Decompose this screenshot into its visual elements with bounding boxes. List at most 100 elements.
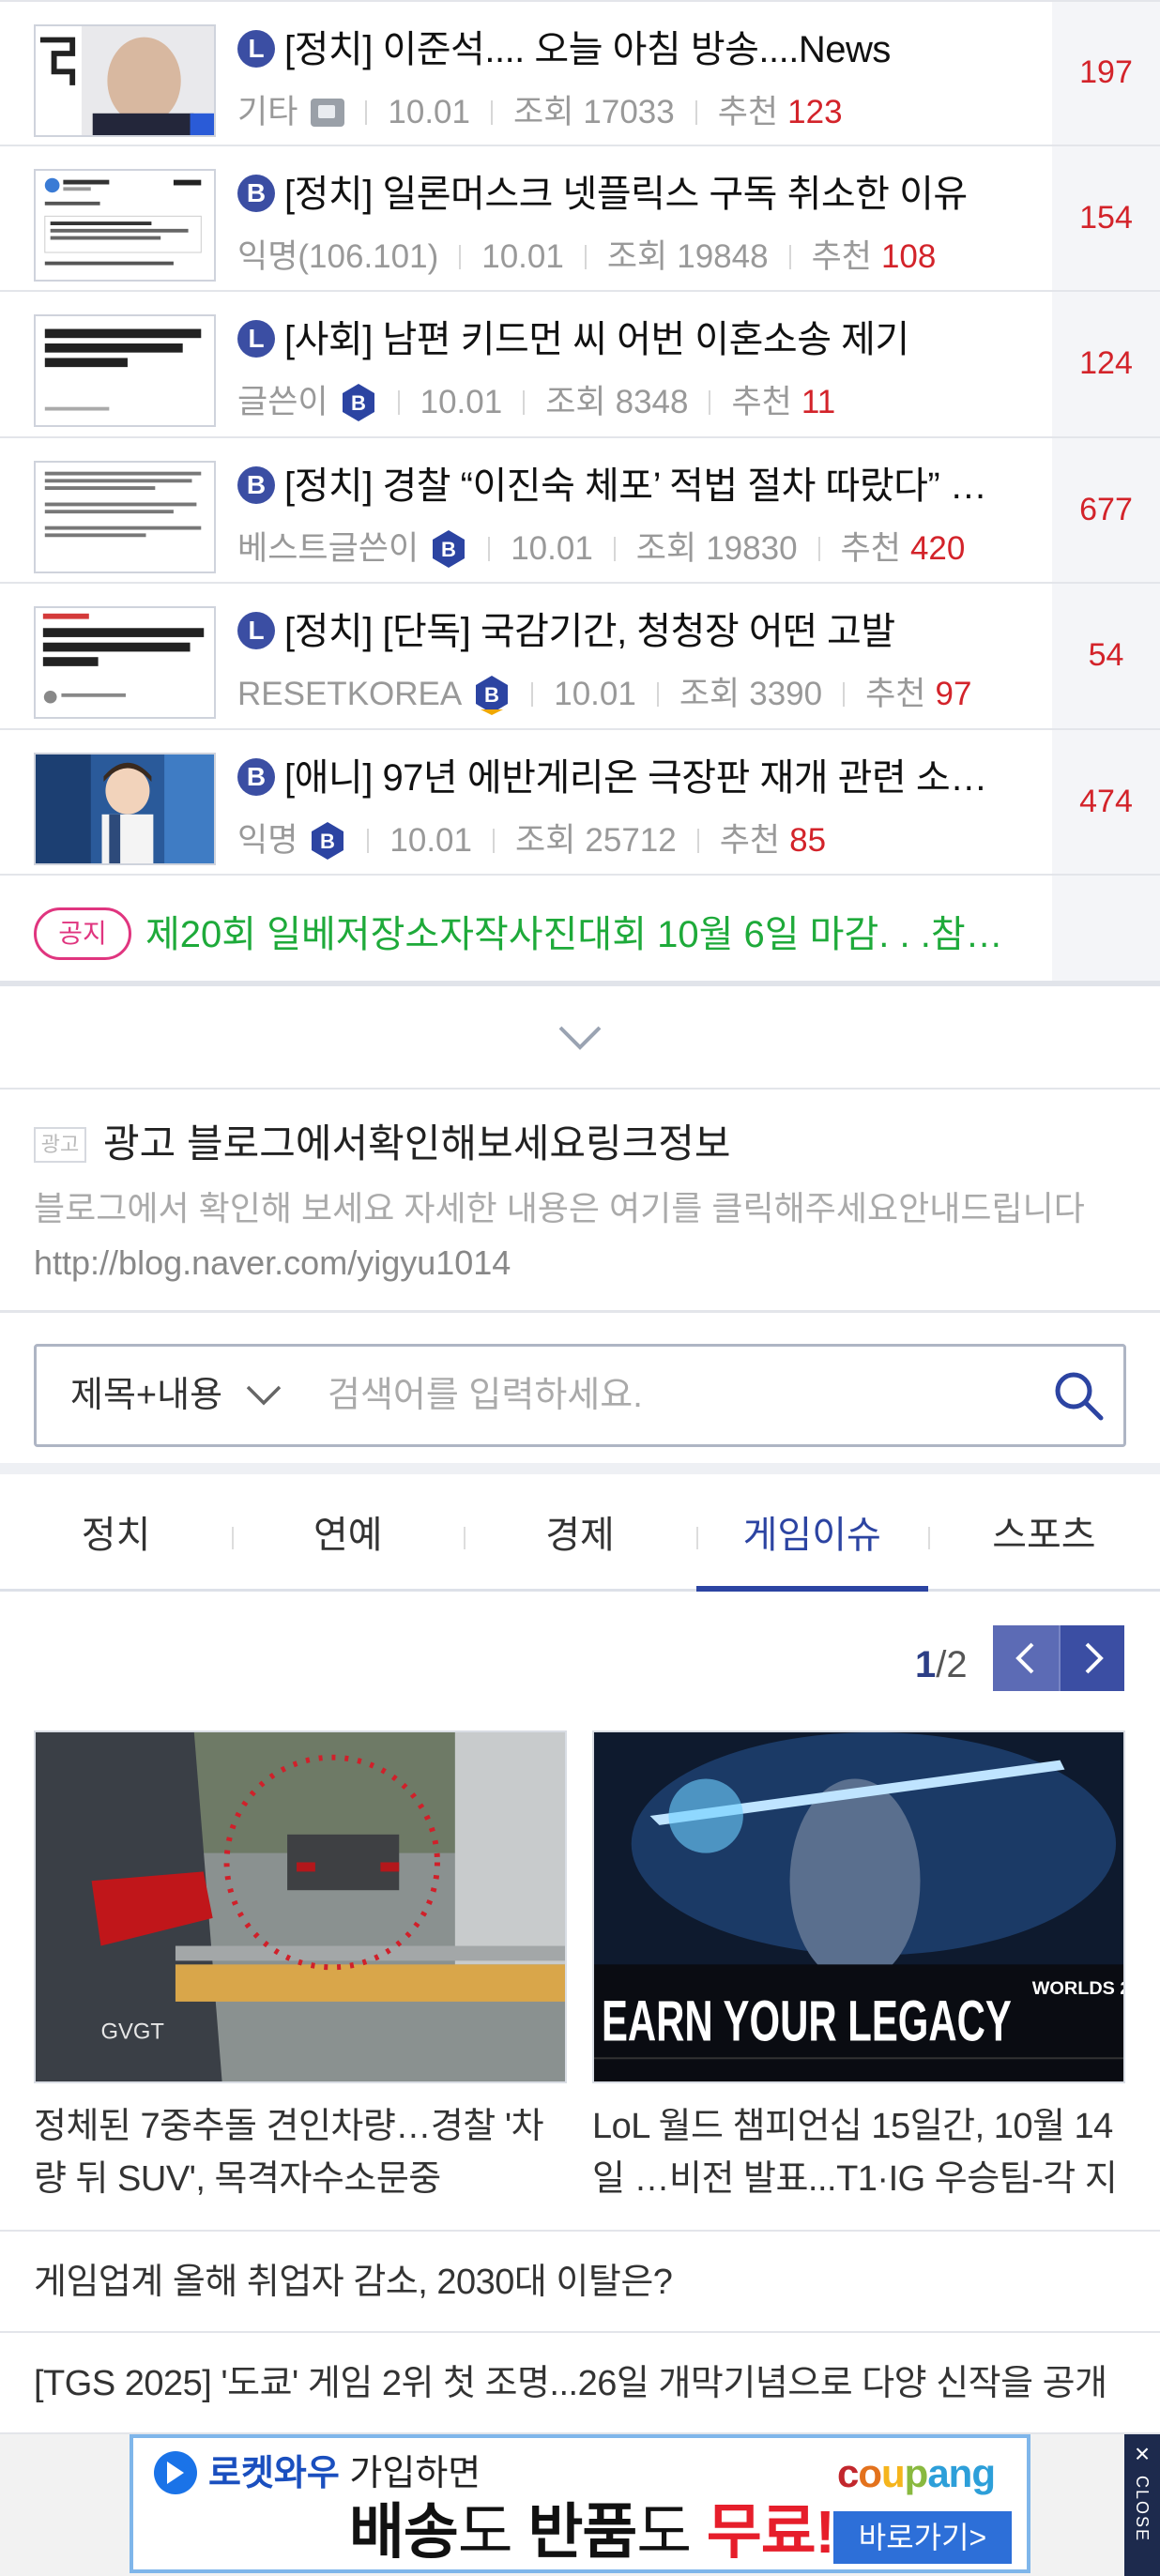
- svg-text:GVGT: GVGT: [101, 2020, 164, 2045]
- comment-count[interactable]: 197: [1052, 2, 1160, 145]
- headline-text[interactable]: [TGS 2025] '도쿄' 게임 2위 첫 조명...26일 개막기념으로 …: [34, 2357, 1122, 2410]
- comment-count[interactable]: 677: [1052, 437, 1160, 582]
- post-title[interactable]: [정치] 이준석.... 오늘 아침 방송....News: [284, 26, 1016, 73]
- chevron-down-icon[interactable]: [245, 1384, 282, 1407]
- grade-badge: B: [237, 465, 275, 504]
- notice-badge: 공지: [34, 907, 131, 960]
- search-type-select[interactable]: 제목+내용: [70, 1347, 222, 1444]
- text-ad[interactable]: 광고 광고 블로그에서확인해보세요링크정보 블로그에서 확인해 보세요 자세한 …: [0, 1090, 1160, 1313]
- image-attachment-icon: [311, 99, 345, 127]
- post-thumbnail[interactable]: [34, 460, 216, 573]
- headline-item[interactable]: [TGS 2025] '도쿄' 게임 2위 첫 조명...26일 개막기념으로 …: [0, 2333, 1160, 2434]
- best-user-icon: B: [340, 382, 377, 423]
- post-meta: 기타 10.01 조회 17033 추천 123: [237, 91, 843, 134]
- post-row[interactable]: L [정치] [단독] 국감기간, 청청장 어떤 고발 RESETKOREA B…: [0, 584, 1160, 730]
- post-date: 10.01: [554, 676, 636, 712]
- post-author[interactable]: 글쓴이: [237, 381, 328, 424]
- views-count: 19830: [706, 529, 798, 567]
- notice-link[interactable]: 제20회 일베저장소자작사진대회 10월 6일 마감. . .참여방법·안내: [145, 909, 1028, 960]
- best-user-icon: B: [309, 820, 346, 861]
- post-thumbnail[interactable]: [34, 314, 216, 427]
- news-title[interactable]: 정체된 7중추돌 견인차량…경찰 '차량 뒤 SUV', 목격자수소문중: [34, 2100, 567, 2205]
- best-user-icon: B: [473, 674, 511, 715]
- post-row[interactable]: B [정치] 경찰 “이진숙 체포’ 적법 절차 따랐다” 반박 베스트글쓴이 …: [0, 437, 1160, 584]
- search-icon[interactable]: [1052, 1369, 1105, 1422]
- coupang-banner[interactable]: 로켓와우 가입하면 배송도 반품도 무료! coupang 바로가기>: [130, 2434, 1030, 2573]
- search-box: 제목+내용: [34, 1344, 1126, 1447]
- tab-politics[interactable]: 정치: [0, 1474, 232, 1589]
- bottom-banner-zone: 로켓와우 가입하면 배송도 반품도 무료! coupang 바로가기> × CL…: [0, 2434, 1160, 2576]
- post-author[interactable]: 익명: [237, 819, 298, 862]
- views-count: 17033: [583, 94, 675, 130]
- post-thumbnail[interactable]: [34, 24, 216, 137]
- post-author[interactable]: 기타: [237, 91, 298, 134]
- ad-url[interactable]: http://blog.naver.com/yigyu1014: [34, 1240, 511, 1287]
- notice-row[interactable]: 공지 제20회 일베저장소자작사진대회 10월 6일 마감. . .참여방법·안…: [0, 876, 1160, 986]
- prev-page-button[interactable]: [993, 1625, 1059, 1691]
- headline-text[interactable]: 게임업계 올해 취업자 감소, 2030대 이탈은?: [34, 2256, 1122, 2309]
- news-card[interactable]: GVGT 정체된 7중추돌 견인차량…경찰 '차량 뒤 SUV', 목격자수소문…: [34, 1730, 567, 2205]
- news-card[interactable]: EARN YOUR LEGACY WORLDS 25 LoL 월드 챔피언십 1…: [592, 1730, 1125, 2205]
- banner-brand: 로켓와우: [208, 2454, 340, 2493]
- news-image[interactable]: GVGT: [34, 1730, 567, 2083]
- post-date: 10.01: [388, 94, 470, 130]
- views-count: 8348: [615, 384, 689, 420]
- banner-cta-button[interactable]: 바로가기>: [833, 2511, 1012, 2564]
- post-title[interactable]: [정치] 일론머스크 넷플릭스 구독 취소한 이유: [284, 171, 1016, 218]
- post-title[interactable]: [정치] [단독] 국감기간, 청청장 어떤 고발: [284, 608, 1016, 655]
- close-banner-button[interactable]: × CLOSE: [1124, 2434, 1160, 2576]
- divider: [531, 682, 534, 707]
- post-row[interactable]: L [정치] 이준석.... 오늘 아침 방송....News 기타 10.01…: [0, 0, 1160, 146]
- tab-entertainment[interactable]: 연예: [232, 1474, 464, 1589]
- rec-label: 추천: [731, 384, 792, 420]
- views-label: 조회: [515, 821, 576, 859]
- post-meta: 익명(106.101) 10.01 조회 19848 추천 108: [237, 236, 936, 279]
- headline-item[interactable]: 게임업계 올해 취업자 감소, 2030대 이탈은?: [0, 2232, 1160, 2333]
- news-image[interactable]: EARN YOUR LEGACY WORLDS 25: [592, 1730, 1125, 2083]
- category-tabs: 정치 연예 경제 게임이슈 스포츠: [0, 1474, 1160, 1592]
- comment-count[interactable]: 54: [1052, 584, 1160, 728]
- comment-count[interactable]: 154: [1052, 145, 1160, 290]
- comment-count[interactable]: 124: [1052, 292, 1160, 436]
- post-row[interactable]: B [정치] 일론머스크 넷플릭스 구독 취소한 이유 익명(106.101) …: [0, 145, 1160, 292]
- page-total: /2: [936, 1644, 968, 1685]
- post-title[interactable]: [사회] 남편 키드먼 씨 어번 이혼소송 제기: [284, 316, 1016, 363]
- post-title[interactable]: [애니] 97년 에반게리온 극장판 재개 관련 소식 정리해 봤습니다: [284, 755, 1016, 801]
- banner-word: 배송: [349, 2498, 459, 2566]
- svg-text:B: B: [351, 391, 366, 415]
- tab-sports[interactable]: 스포츠: [927, 1474, 1160, 1589]
- tab-economy[interactable]: 경제: [464, 1474, 695, 1589]
- svg-text:B: B: [484, 683, 499, 707]
- svg-text:B: B: [441, 538, 456, 561]
- next-page-button[interactable]: [1059, 1625, 1124, 1691]
- ad-title[interactable]: 광고 블로그에서확인해보세요링크정보: [103, 1118, 731, 1170]
- search-input[interactable]: [328, 1367, 1041, 1424]
- divider: [709, 390, 711, 415]
- divider: [397, 390, 400, 415]
- post-author[interactable]: 익명(106.101): [237, 236, 438, 279]
- post-row[interactable]: B [애니] 97년 에반게리온 극장판 재개 관련 소식 정리해 봤습니다 익…: [0, 729, 1160, 876]
- post-row[interactable]: L [사회] 남편 키드먼 씨 어번 이혼소송 제기 글쓴이 B 10.01 조…: [0, 292, 1160, 438]
- divider: [613, 536, 616, 561]
- divider: [493, 828, 495, 853]
- divider: [491, 100, 493, 125]
- rec-count: 108: [880, 237, 937, 275]
- views-label: 조회: [635, 529, 697, 567]
- comment-count[interactable]: 474: [1052, 729, 1160, 874]
- tab-game-issue[interactable]: 게임이슈: [695, 1474, 929, 1592]
- expand-list-button[interactable]: [0, 986, 1160, 1090]
- views-label: 조회: [606, 237, 668, 275]
- banner-headline: 배송도 반품도 무료!: [349, 2494, 835, 2569]
- news-title[interactable]: LoL 월드 챔피언십 15일간, 10월 14일 …비전 발표...T1·IG…: [592, 2100, 1125, 2205]
- post-author[interactable]: 베스트글쓴이: [237, 527, 419, 571]
- post-thumbnail[interactable]: [34, 606, 216, 719]
- post-author[interactable]: RESETKOREA: [237, 673, 462, 716]
- img-tag: WORLDS 25: [1032, 1978, 1123, 1999]
- notice-side: [1052, 876, 1160, 981]
- divider: [459, 244, 462, 269]
- rec-count: 11: [801, 384, 836, 420]
- rocket-wow-icon: [154, 2451, 197, 2494]
- post-title[interactable]: [정치] 경찰 “이진숙 체포’ 적법 절차 따랐다” 반박: [284, 463, 1016, 510]
- post-thumbnail[interactable]: [34, 168, 216, 282]
- post-thumbnail[interactable]: [34, 752, 216, 865]
